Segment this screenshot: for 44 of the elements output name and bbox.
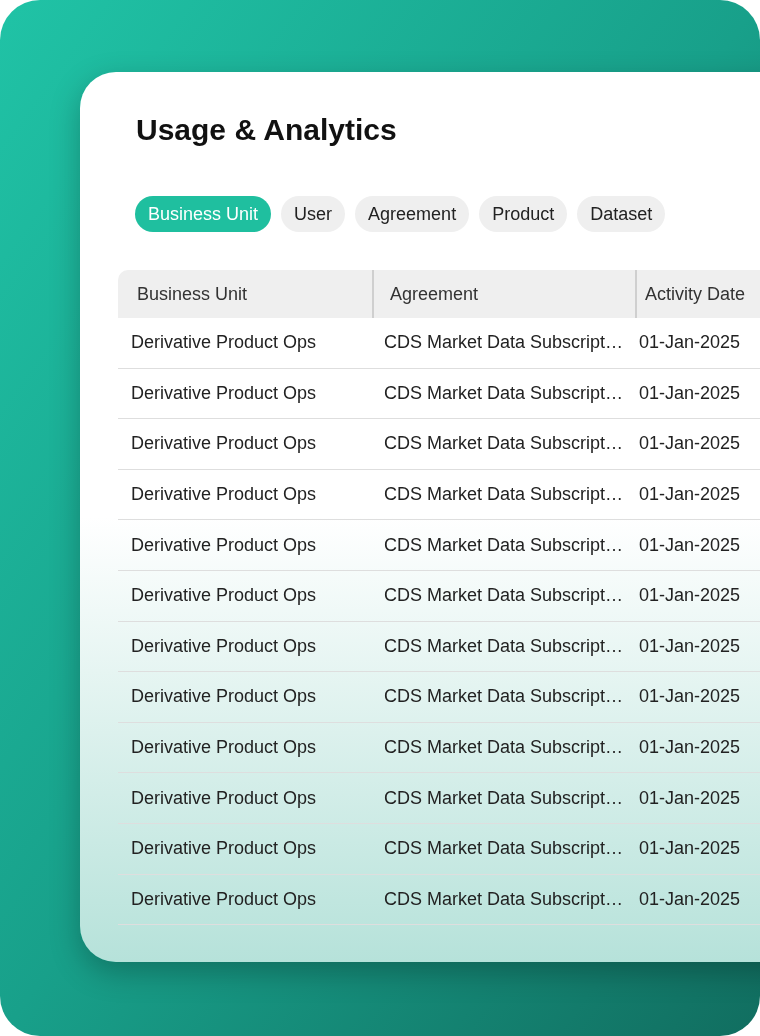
table-cell: Derivative Product Ops — [131, 585, 317, 606]
table-cell: 01-Jan-2025 — [639, 635, 741, 656]
filter-tab[interactable]: User — [281, 196, 346, 232]
table-cell: 01-Jan-2025 — [639, 787, 741, 808]
table-cell: 01-Jan-2025 — [639, 888, 741, 909]
table-cell: 01-Jan-2025 — [639, 686, 741, 707]
table-cell: CDS Market Data Subscript… — [384, 787, 624, 808]
table-cell: CDS Market Data Subscript… — [384, 433, 624, 454]
table-cell: CDS Market Data Subscript… — [384, 686, 624, 707]
table-cell: CDS Market Data Subscript… — [384, 382, 624, 403]
filter-tab[interactable]: Dataset — [577, 196, 666, 232]
table-cell: Derivative Product Ops — [131, 534, 317, 555]
table-cell: Derivative Product Ops — [131, 433, 317, 454]
table-cell: 01-Jan-2025 — [639, 484, 741, 505]
table-cell: Derivative Product Ops — [131, 888, 317, 909]
table-cell: CDS Market Data Subscript… — [384, 737, 624, 758]
column-header[interactable]: Activity Date — [645, 280, 746, 308]
table-cell: 01-Jan-2025 — [639, 534, 741, 555]
table-cell: 01-Jan-2025 — [639, 433, 741, 454]
table-cell: 01-Jan-2025 — [639, 585, 741, 606]
table-cell: Derivative Product Ops — [131, 838, 317, 859]
column-header[interactable]: Business Unit — [137, 280, 248, 308]
table-cell: CDS Market Data Subscript… — [384, 534, 624, 555]
table-cell: CDS Market Data Subscript… — [384, 838, 624, 859]
column-header[interactable]: Agreement — [390, 280, 479, 308]
filter-tab[interactable]: Agreement — [355, 196, 470, 232]
table-cell: 01-Jan-2025 — [639, 382, 741, 403]
table-cell: Derivative Product Ops — [131, 332, 317, 353]
table-cell: Derivative Product Ops — [131, 484, 317, 505]
table-cell: Derivative Product Ops — [131, 686, 317, 707]
table-cell: CDS Market Data Subscript… — [384, 888, 624, 909]
filter-tab[interactable]: Product — [479, 196, 568, 232]
table-cell: CDS Market Data Subscript… — [384, 585, 624, 606]
table-cell: Derivative Product Ops — [131, 737, 317, 758]
table-cell: CDS Market Data Subscript… — [384, 635, 624, 656]
table-cell: CDS Market Data Subscript… — [384, 332, 624, 353]
table-cell: Derivative Product Ops — [131, 382, 317, 403]
table-cell: 01-Jan-2025 — [639, 332, 741, 353]
table-cell: 01-Jan-2025 — [639, 737, 741, 758]
table-cell: CDS Market Data Subscript… — [384, 484, 624, 505]
table-cell: Derivative Product Ops — [131, 787, 317, 808]
table-cell: 01-Jan-2025 — [639, 838, 741, 859]
table-cell: Derivative Product Ops — [131, 635, 317, 656]
page-title: Usage & Analytics — [136, 112, 397, 148]
